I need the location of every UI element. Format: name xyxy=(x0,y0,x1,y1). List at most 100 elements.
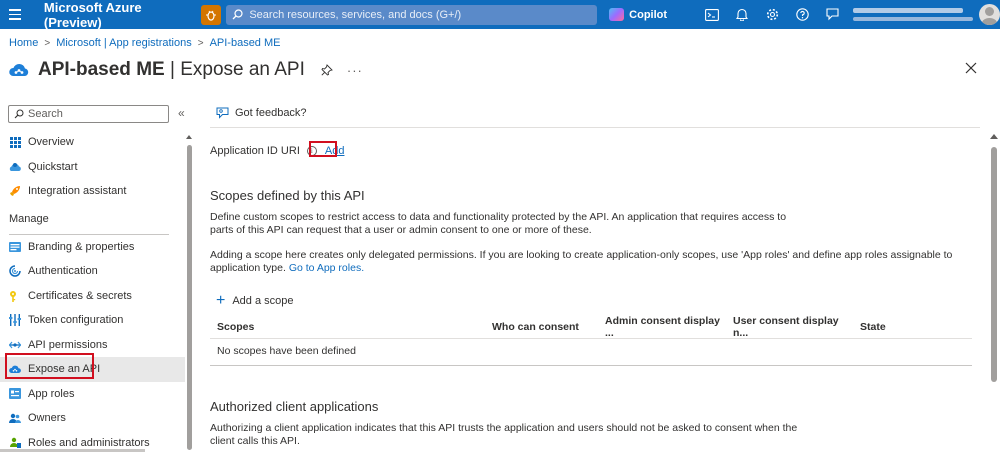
sidebar-item-label: App roles xyxy=(28,387,75,400)
add-a-scope-label: Add a scope xyxy=(232,295,294,307)
sidebar-item-label: API permissions xyxy=(28,338,108,351)
api-permissions-icon xyxy=(9,339,21,351)
breadcrumb-app-registrations[interactable]: Microsoft | App registrations xyxy=(56,37,192,49)
sidebar-item-label: Branding & properties xyxy=(28,240,135,253)
sidebar-item-label: Quickstart xyxy=(28,160,78,173)
key-icon xyxy=(9,290,21,302)
page-title-separator: | xyxy=(169,59,175,80)
copilot-label: Copilot xyxy=(629,8,668,21)
collapse-menu-icon[interactable]: « xyxy=(178,106,185,120)
sidebar-item-integration-assistant[interactable]: Integration assistant xyxy=(0,179,185,204)
empty-table-message: No scopes have been defined xyxy=(217,345,356,357)
feedback-icon xyxy=(216,107,229,119)
token-icon xyxy=(9,314,21,327)
top-bar: Microsoft Azure (Preview) Search resourc… xyxy=(0,0,1000,30)
highlight-box xyxy=(309,141,337,157)
sidebar-item-owners[interactable]: Owners xyxy=(0,406,185,431)
application-id-uri-label: Application ID URI xyxy=(210,145,300,157)
roles-icon xyxy=(9,437,21,449)
sidebar-item-certificates[interactable]: Certificates & secrets xyxy=(0,284,185,309)
feedback-button[interactable]: Got feedback? xyxy=(216,107,307,119)
authorized-clients-description: Authorizing a client application indicat… xyxy=(210,422,798,447)
table-row: No scopes have been defined xyxy=(210,339,972,363)
copilot-icon xyxy=(609,8,625,21)
owners-icon xyxy=(9,412,21,424)
sidebar-item-label: Certificates & secrets xyxy=(28,289,132,302)
sidebar-item-overview[interactable]: Overview xyxy=(0,130,185,155)
sidebar-item-label: Integration assistant xyxy=(28,185,127,198)
sidebar-item-app-roles[interactable]: App roles xyxy=(0,382,185,407)
sidebar-item-label: Roles and administrators xyxy=(28,436,150,449)
more-options-icon[interactable]: ··· xyxy=(347,63,363,78)
highlight-box xyxy=(5,353,94,379)
page-title: API-based ME | Expose an API xyxy=(38,59,305,81)
feedback-label: Got feedback? xyxy=(235,107,307,119)
cloud-shell-icon[interactable] xyxy=(697,0,727,29)
column-header-state[interactable]: State xyxy=(853,321,953,333)
gear-icon[interactable] xyxy=(757,0,787,29)
page-header: API-based ME | Expose an API ··· xyxy=(8,58,363,82)
table-header: Scopes Who can consent Admin consent dis… xyxy=(210,315,972,339)
sidebar-item-token-configuration[interactable]: Token configuration xyxy=(0,308,185,333)
plus-icon: + xyxy=(216,292,226,309)
cloud-api-icon xyxy=(9,63,29,76)
menu-section-manage: Manage xyxy=(9,212,49,225)
add-a-scope-button[interactable]: + Add a scope xyxy=(216,292,294,310)
breadcrumb-app[interactable]: API-based ME xyxy=(210,37,281,49)
close-icon[interactable] xyxy=(964,61,978,75)
pin-icon[interactable] xyxy=(321,64,333,76)
hamburger-menu-icon[interactable] xyxy=(0,0,30,29)
scopes-table: Scopes Who can consent Admin consent dis… xyxy=(210,315,972,363)
column-header-who-can-consent[interactable]: Who can consent xyxy=(485,321,598,333)
bell-icon[interactable] xyxy=(727,0,757,29)
sidebar-item-label: Owners xyxy=(28,412,66,425)
overview-icon xyxy=(9,136,21,148)
scopes-description: Define custom scopes to restrict access … xyxy=(210,211,787,236)
menu-scrollbar[interactable] xyxy=(187,145,192,450)
global-search-input[interactable]: Search resources, services, and docs (G+… xyxy=(226,4,598,25)
menu-list: Overview Quickstart Integration assistan… xyxy=(0,130,185,452)
authorized-clients-heading: Authorized client applications xyxy=(210,399,379,414)
menu-search-input[interactable]: Search xyxy=(8,105,169,123)
bug-icon[interactable] xyxy=(201,4,222,25)
sidebar-item-label: Authentication xyxy=(28,265,98,278)
branding-icon xyxy=(9,241,21,253)
go-to-app-roles-link[interactable]: Go to App roles. xyxy=(289,262,364,274)
app-roles-icon xyxy=(9,388,21,400)
page-title-section: Expose an API xyxy=(180,59,305,80)
sidebar-item-authentication[interactable]: Authentication xyxy=(0,259,185,284)
table-bottom-divider xyxy=(210,365,972,366)
menu-search-placeholder: Search xyxy=(28,108,63,120)
feedback-icon[interactable] xyxy=(817,0,847,29)
authentication-icon xyxy=(9,265,21,277)
column-header-scopes[interactable]: Scopes xyxy=(210,321,485,333)
menu-scroll-up-icon[interactable] xyxy=(186,135,192,139)
portal-brand[interactable]: Microsoft Azure (Preview) xyxy=(44,0,200,30)
breadcrumb-separator: > xyxy=(197,37,204,49)
search-icon xyxy=(14,109,24,119)
column-header-user-consent[interactable]: User consent display n... xyxy=(726,315,853,339)
scopes-note: Adding a scope here creates only delegat… xyxy=(210,249,970,275)
search-icon xyxy=(232,9,243,20)
resource-menu: Search « Overview Quickstart Integration… xyxy=(0,100,195,452)
content-scrollbar[interactable] xyxy=(991,147,997,382)
page-title-app: API-based ME xyxy=(38,59,165,80)
help-icon[interactable] xyxy=(787,0,817,29)
sidebar-item-label: Token configuration xyxy=(28,314,124,327)
scopes-heading: Scopes defined by this API xyxy=(210,188,365,203)
breadcrumb-home[interactable]: Home xyxy=(9,37,38,49)
sidebar-item-quickstart[interactable]: Quickstart xyxy=(0,155,185,180)
quickstart-icon xyxy=(9,161,21,173)
global-search-placeholder: Search resources, services, and docs (G+… xyxy=(249,8,462,21)
breadcrumb-separator: > xyxy=(44,37,51,49)
breadcrumb: Home > Microsoft | App registrations > A… xyxy=(9,37,280,49)
copilot-button[interactable]: Copilot xyxy=(609,8,667,21)
column-header-admin-consent[interactable]: Admin consent display ... xyxy=(598,315,726,339)
avatar[interactable] xyxy=(979,4,1000,25)
account-info[interactable] xyxy=(853,8,974,21)
command-bar-divider xyxy=(210,127,980,128)
rocket-icon xyxy=(9,185,21,197)
sidebar-item-branding[interactable]: Branding & properties xyxy=(0,235,185,260)
content-scroll-up-icon[interactable] xyxy=(990,134,998,139)
sidebar-item-label: Overview xyxy=(28,136,74,149)
